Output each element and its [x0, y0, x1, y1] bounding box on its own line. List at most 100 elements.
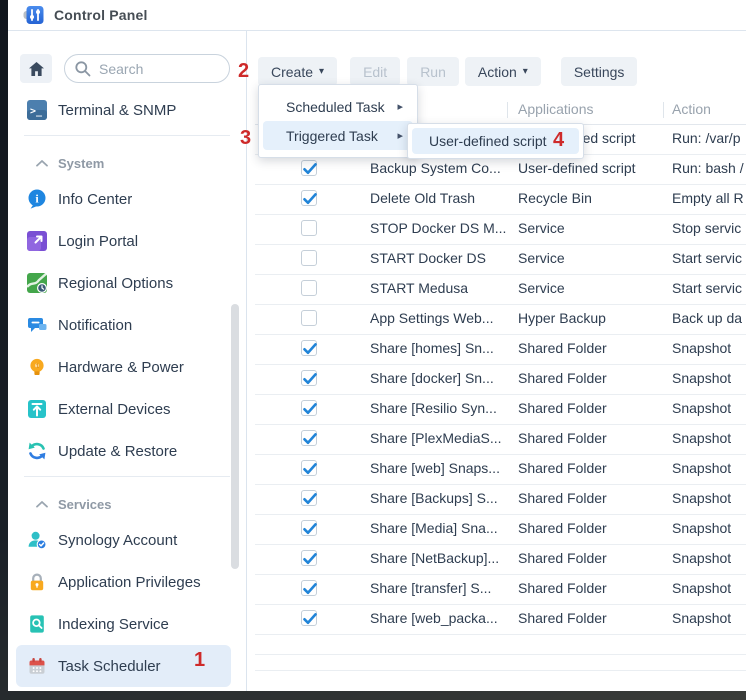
- cell-action: Snapshot: [672, 400, 731, 416]
- sidebar-item-info-center[interactable]: iInfo Center: [16, 178, 231, 220]
- table-row[interactable]: STOP Docker DS M... Service Stop servic: [255, 215, 746, 245]
- row-checkbox[interactable]: [301, 550, 317, 566]
- row-checkbox[interactable]: [301, 580, 317, 596]
- sidebar-item-update-restore[interactable]: Update & Restore: [16, 430, 231, 472]
- run-button[interactable]: Run: [407, 57, 459, 86]
- table-row[interactable]: Share [docker] Sn... Shared Folder Snaps…: [255, 365, 746, 395]
- cell-application: Shared Folder: [518, 580, 664, 596]
- row-checkbox[interactable]: [301, 220, 317, 236]
- titlebar: Control Panel: [8, 0, 746, 31]
- action-button[interactable]: Action▾: [465, 57, 541, 86]
- sidebar-item-application-privileges[interactable]: Application Privileges: [16, 561, 231, 603]
- table-row[interactable]: Share [PlexMediaS... Shared Folder Snaps…: [255, 425, 746, 455]
- row-checkbox[interactable]: [301, 430, 317, 446]
- indexing-icon: [27, 614, 47, 634]
- cell-application: Shared Folder: [518, 400, 664, 416]
- cell-action: Snapshot: [672, 580, 731, 596]
- row-checkbox[interactable]: [301, 190, 317, 206]
- table-row[interactable]: Share [web_packa... Shared Folder Snapsh…: [255, 605, 746, 635]
- svg-text:>_: >_: [30, 106, 43, 117]
- row-checkbox[interactable]: [301, 250, 317, 266]
- table-row[interactable]: Share [Backups] S... Shared Folder Snaps…: [255, 485, 746, 515]
- scheduler-icon: [27, 656, 47, 676]
- table-row[interactable]: Share [Resilio Syn... Shared Folder Snap…: [255, 395, 746, 425]
- sidebar-section-services[interactable]: Services: [8, 477, 246, 519]
- empty-row-divider: [255, 670, 746, 671]
- sidebar-item-login-portal[interactable]: Login Portal: [16, 220, 231, 262]
- menu-item-scheduled-task[interactable]: Scheduled Task▸: [263, 92, 413, 121]
- create-button[interactable]: Create▾: [258, 57, 337, 86]
- annotation-4: 4: [553, 130, 564, 150]
- cell-application: Shared Folder: [518, 340, 664, 356]
- home-button[interactable]: [20, 54, 52, 83]
- create-dropdown-menu: Scheduled Task▸Triggered Task▸: [258, 84, 418, 158]
- window-title: Control Panel: [54, 7, 148, 23]
- menu-item-triggered-task[interactable]: Triggered Task▸: [263, 121, 413, 150]
- row-checkbox[interactable]: [301, 400, 317, 416]
- row-checkbox[interactable]: [301, 310, 317, 326]
- row-checkbox[interactable]: [301, 160, 317, 176]
- row-checkbox[interactable]: [301, 280, 317, 296]
- sidebar-item-external-devices[interactable]: External Devices: [16, 388, 231, 430]
- table-row[interactable]: Share [transfer] S... Shared Folder Snap…: [255, 575, 746, 605]
- sidebar-item-hardware-power[interactable]: 1Hardware & Power: [16, 346, 231, 388]
- table-row[interactable]: Share [NetBackup]... Shared Folder Snaps…: [255, 545, 746, 575]
- sidebar-nav: >_Terminal & SNMP SystemiInfo CenterLogin…: [8, 89, 246, 687]
- search-box[interactable]: [64, 54, 230, 83]
- header-applications[interactable]: Applications: [518, 101, 594, 117]
- cell-application: Shared Folder: [518, 520, 664, 536]
- cell-task-name: App Settings Web...: [370, 310, 513, 326]
- cell-action: Stop servic: [672, 220, 741, 236]
- cell-task-name: Share [PlexMediaS...: [370, 430, 513, 446]
- regional-icon: [27, 273, 47, 293]
- annotation-2: 2: [238, 61, 249, 81]
- row-checkbox[interactable]: [301, 610, 317, 626]
- cell-application: Service: [518, 250, 664, 266]
- task-list: User-defined script Run: /var/p Backup S…: [247, 125, 746, 635]
- row-checkbox[interactable]: [301, 520, 317, 536]
- external-icon: [27, 399, 47, 419]
- table-row[interactable]: Delete Old Trash Recycle Bin Empty all R: [255, 185, 746, 215]
- info-icon: i: [27, 189, 47, 209]
- cell-action: Snapshot: [672, 460, 731, 476]
- empty-row-divider: [255, 654, 746, 655]
- home-icon: [29, 62, 44, 76]
- sidebar-item-indexing-service[interactable]: Indexing Service: [16, 603, 231, 645]
- cell-task-name: Share [Media] Sna...: [370, 520, 513, 536]
- cell-application: Shared Folder: [518, 490, 664, 506]
- sidebar-item-notification[interactable]: Notification: [16, 304, 231, 346]
- notification-icon: [27, 315, 47, 335]
- cell-application: Service: [518, 220, 664, 236]
- table-row[interactable]: Share [Media] Sna... Shared Folder Snaps…: [255, 515, 746, 545]
- edit-button[interactable]: Edit: [350, 57, 400, 86]
- row-checkbox[interactable]: [301, 340, 317, 356]
- table-row[interactable]: Backup System Co... User-defined script …: [255, 155, 746, 185]
- cell-action: Back up da: [672, 310, 742, 326]
- cell-task-name: STOP Docker DS M...: [370, 220, 513, 236]
- cell-action: Snapshot: [672, 340, 731, 356]
- table-row[interactable]: App Settings Web... Hyper Backup Back up…: [255, 305, 746, 335]
- cell-task-name: Share [NetBackup]...: [370, 550, 513, 566]
- cell-action: Empty all R: [672, 190, 744, 206]
- row-checkbox[interactable]: [301, 490, 317, 506]
- cell-task-name: START Docker DS: [370, 250, 513, 266]
- login-icon: [27, 231, 47, 251]
- caret-down-icon: ▾: [523, 67, 528, 77]
- row-checkbox[interactable]: [301, 370, 317, 386]
- table-row[interactable]: START Docker DS Service Start servic: [255, 245, 746, 275]
- sidebar-scrollbar[interactable]: [231, 304, 239, 569]
- sidebar-item-terminal-snmp[interactable]: >_Terminal & SNMP: [16, 89, 231, 131]
- cell-action: Start servic: [672, 250, 742, 266]
- header-action[interactable]: Action: [672, 101, 711, 117]
- settings-button[interactable]: Settings: [561, 57, 638, 86]
- sidebar-section-system[interactable]: System: [8, 136, 246, 178]
- row-checkbox[interactable]: [301, 460, 317, 476]
- cell-task-name: Backup System Co...: [370, 160, 513, 176]
- table-row[interactable]: Share [homes] Sn... Shared Folder Snapsh…: [255, 335, 746, 365]
- cell-application: Shared Folder: [518, 370, 664, 386]
- table-row[interactable]: Share [web] Snaps... Shared Folder Snaps…: [255, 455, 746, 485]
- sidebar-item-synology-account[interactable]: Synology Account: [16, 519, 231, 561]
- cell-action: Snapshot: [672, 490, 731, 506]
- sidebar-item-regional-options[interactable]: Regional Options: [16, 262, 231, 304]
- table-row[interactable]: START Medusa Service Start servic: [255, 275, 746, 305]
